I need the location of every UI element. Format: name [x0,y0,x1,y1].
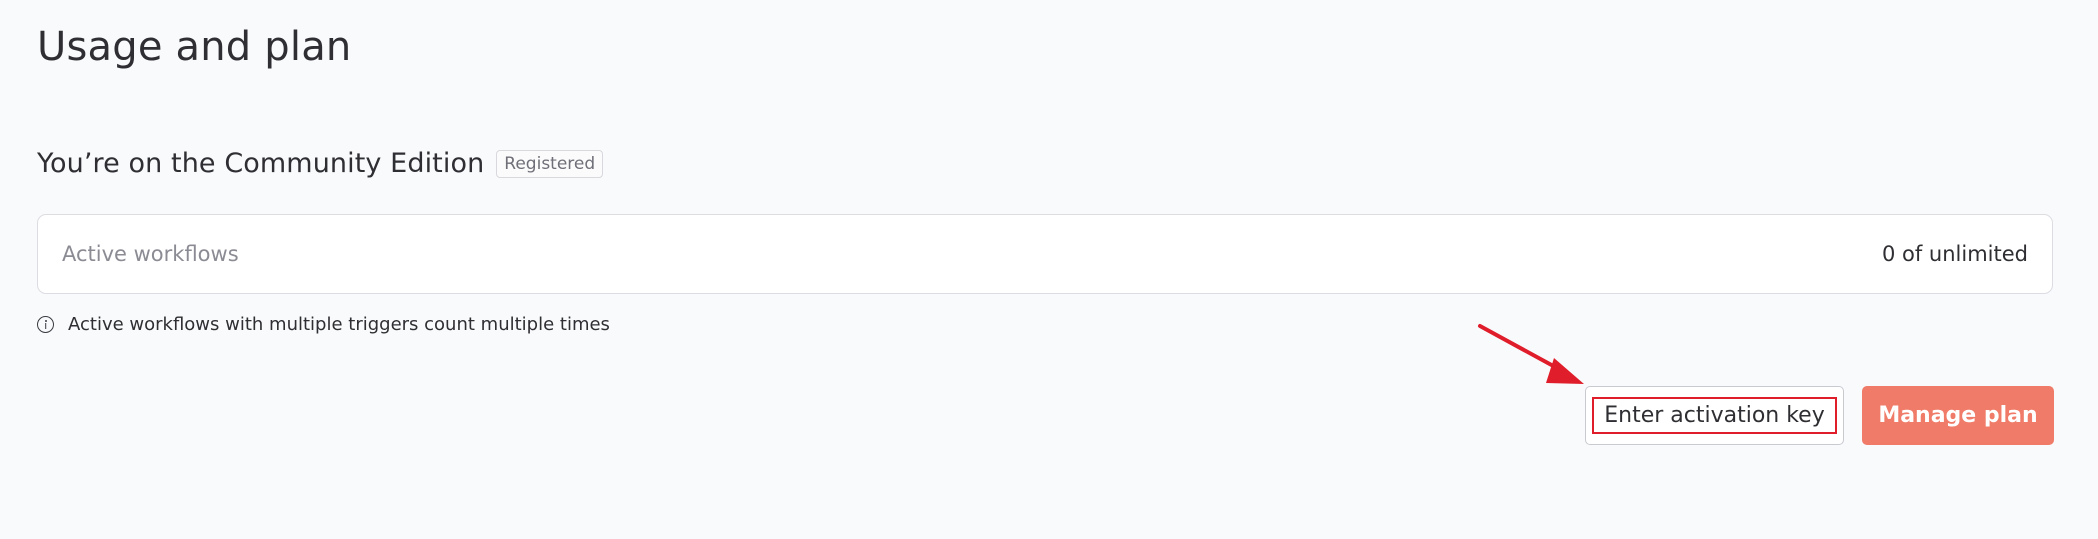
annotation-arrow-icon [1478,324,1584,384]
usage-page: Usage and plan You’re on the Community E… [0,0,2098,539]
manage-plan-label: Manage plan [1878,403,2038,428]
active-workflows-value: 0 of unlimited [1881,242,2028,266]
edition-text: You’re on the Community Edition [37,148,485,179]
info-text: Active workflows with multiple triggers … [68,314,610,335]
manage-plan-button[interactable]: Manage plan [1862,386,2054,445]
status-badge: Registered [496,149,604,178]
info-circle-icon [37,316,54,333]
enter-activation-key-label: Enter activation key [1592,397,1837,434]
active-workflows-card: Active workflows 0 of unlimited [37,214,2053,294]
enter-activation-key-button[interactable]: Enter activation key [1585,386,1844,445]
active-workflows-label: Active workflows [62,242,239,266]
info-row: Active workflows with multiple triggers … [37,314,610,335]
page-title: Usage and plan [37,24,352,70]
edition-row: You’re on the Community Edition Register… [37,148,604,179]
